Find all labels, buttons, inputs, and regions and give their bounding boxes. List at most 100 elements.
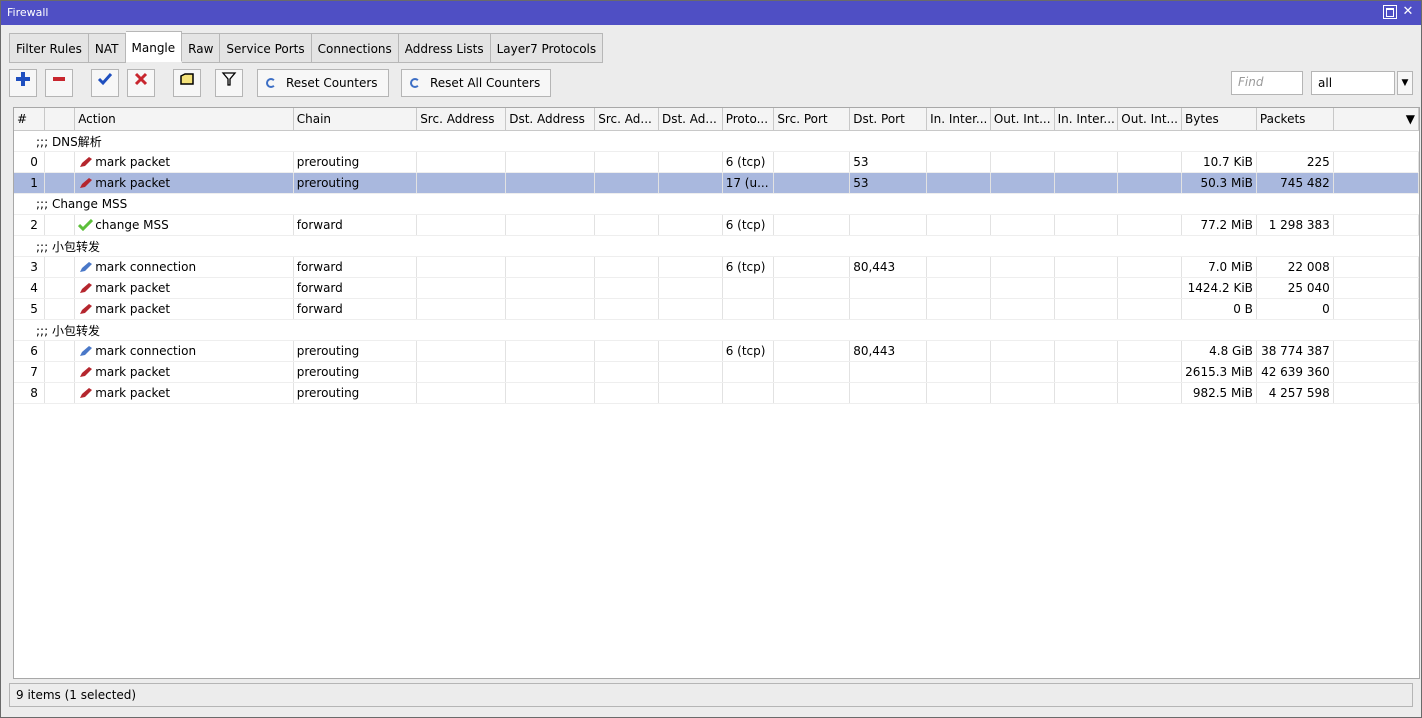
column-header[interactable]: # bbox=[14, 108, 45, 131]
cell-packets: 42 639 360 bbox=[1256, 361, 1334, 383]
cell-packets: 22 008 bbox=[1256, 256, 1334, 278]
cell-action: mark packet bbox=[74, 298, 294, 320]
tab-layer7-protocols[interactable]: Layer7 Protocols bbox=[490, 33, 604, 63]
column-header[interactable]: In. Inter... bbox=[1054, 108, 1119, 131]
cell-packets: 225 bbox=[1256, 151, 1334, 173]
tab-nat[interactable]: NAT bbox=[88, 33, 126, 63]
tab-address-lists[interactable]: Address Lists bbox=[398, 33, 491, 63]
cell-empty bbox=[594, 277, 659, 299]
cell-empty bbox=[505, 361, 596, 383]
check-icon[interactable] bbox=[91, 69, 119, 97]
table-header: # Action Chain Src. Address Dst. Address Src.… bbox=[14, 108, 1420, 131]
cell-empty bbox=[1117, 382, 1183, 404]
comment-row[interactable]: ;;; DNS解析 bbox=[14, 130, 1419, 152]
cell-empty bbox=[505, 214, 596, 236]
toolbar: Reset Counters Reset All Counters Find a… bbox=[9, 67, 1413, 105]
cell-empty bbox=[594, 298, 659, 320]
cell-empty bbox=[658, 214, 723, 236]
minus-icon[interactable] bbox=[45, 69, 73, 97]
table-row[interactable]: 1 mark packet prerouting 17 (u... 53 50.3 MiB… bbox=[14, 172, 1420, 194]
table-row[interactable]: 6 mark connection prerouting 6 (tcp) 80,443 4… bbox=[14, 340, 1420, 362]
plus-icon[interactable] bbox=[9, 69, 37, 97]
table-row[interactable]: 5 mark packet forward 0 B0 bbox=[14, 298, 1420, 320]
table-row[interactable]: 0 mark packet prerouting 6 (tcp) 53 10.7 KiB 2… bbox=[14, 151, 1420, 173]
tab-mangle[interactable]: Mangle bbox=[125, 31, 183, 62]
cell-bytes: 1424.2 KiB bbox=[1181, 277, 1257, 299]
cell-chain: prerouting bbox=[293, 172, 418, 194]
marker-icon bbox=[80, 178, 93, 188]
cell-empty bbox=[416, 340, 507, 362]
filter-select[interactable]: all bbox=[1311, 71, 1395, 95]
close-icon[interactable]: ✕ bbox=[1401, 5, 1415, 19]
cell-empty bbox=[594, 340, 659, 362]
cell-empty bbox=[1054, 172, 1119, 194]
cell-chain: forward bbox=[293, 214, 418, 236]
column-header[interactable]: Bytes bbox=[1181, 108, 1257, 131]
column-header[interactable]: In. Inter... bbox=[926, 108, 991, 131]
chevron-down-icon[interactable]: ▼ bbox=[1397, 71, 1413, 95]
cell-empty bbox=[1117, 256, 1183, 278]
check-icon bbox=[78, 219, 94, 231]
column-header[interactable]: Dst. Ad... bbox=[658, 108, 723, 131]
cell-bytes: 982.5 MiB bbox=[1181, 382, 1257, 404]
cell-dst-port bbox=[849, 277, 928, 299]
column-header[interactable]: Out. Int... bbox=[990, 108, 1055, 131]
cell-empty bbox=[773, 151, 851, 173]
cell-empty bbox=[990, 298, 1055, 320]
cell-dst-port bbox=[849, 382, 928, 404]
window-title: Firewall bbox=[7, 6, 49, 19]
action-label: mark packet bbox=[95, 176, 171, 190]
tab-connections[interactable]: Connections bbox=[311, 33, 399, 63]
column-header[interactable] bbox=[44, 108, 76, 131]
comment-text: ;;; 小包转发 bbox=[14, 319, 1419, 341]
cell-empty bbox=[594, 151, 659, 173]
cell-packets: 1 298 383 bbox=[1256, 214, 1334, 236]
column-header[interactable]: Dst. Address bbox=[505, 108, 596, 131]
cell-index: 2 bbox=[14, 214, 45, 236]
reset-counters-button[interactable]: Reset Counters bbox=[257, 69, 389, 97]
status-text: 9 items (1 selected) bbox=[16, 688, 137, 702]
find-input[interactable]: Find bbox=[1231, 71, 1303, 95]
cell-empty bbox=[1117, 277, 1183, 299]
reset-all-counters-button[interactable]: Reset All Counters bbox=[401, 69, 552, 97]
column-header[interactable]: Action bbox=[74, 108, 294, 131]
column-header[interactable]: Chain bbox=[293, 108, 418, 131]
column-header[interactable]: Out. Int... bbox=[1117, 108, 1183, 131]
column-header[interactable]: Proto... bbox=[722, 108, 775, 131]
table-row[interactable]: 2 change MSS forward 6 (tcp) 77.2 MiB 1 298 3… bbox=[14, 214, 1420, 236]
cell-bytes: 7.0 MiB bbox=[1181, 256, 1257, 278]
cell-chain: prerouting bbox=[293, 340, 418, 362]
table-row[interactable]: 7 mark packet prerouting 2615.3 MiB 42 639 3… bbox=[14, 361, 1420, 383]
column-header[interactable]: Src. Address bbox=[416, 108, 507, 131]
funnel-icon[interactable] bbox=[215, 69, 243, 97]
table-row[interactable]: 8 mark packet prerouting 982.5 MiB 4 257 598 bbox=[14, 382, 1420, 404]
table-row[interactable]: 4 mark packet forward 1424.2 KiB 25 040 bbox=[14, 277, 1420, 299]
note-icon[interactable] bbox=[173, 69, 201, 97]
column-header[interactable]: Packets bbox=[1256, 108, 1334, 131]
cell-empty bbox=[773, 340, 851, 362]
tab-raw[interactable]: Raw bbox=[182, 33, 221, 63]
table-row[interactable]: 3 mark connection forward 6 (tcp) 80,443 7.0 … bbox=[14, 256, 1420, 278]
column-header[interactable]: Src. Port bbox=[773, 108, 851, 131]
cell-index: 8 bbox=[14, 382, 45, 404]
comment-row[interactable]: ;;; Change MSS bbox=[14, 193, 1419, 215]
cell-empty bbox=[990, 172, 1055, 194]
cell-bytes: 4.8 GiB bbox=[1181, 340, 1257, 362]
marker-icon bbox=[80, 367, 93, 377]
x-icon[interactable] bbox=[127, 69, 155, 97]
marker-icon bbox=[80, 283, 93, 293]
firewall-window: Firewall ✕ Filter Rules NAT Mangle Raw Servi… bbox=[0, 0, 1422, 718]
cell-empty bbox=[926, 151, 991, 173]
comment-row[interactable]: ;;; 小包转发 bbox=[14, 235, 1419, 257]
cell-packets: 0 bbox=[1256, 298, 1334, 320]
cell-chain: forward bbox=[293, 256, 418, 278]
maximize-icon[interactable] bbox=[1383, 5, 1397, 19]
tab-service-ports[interactable]: Service Ports bbox=[220, 33, 312, 63]
cell-dst-port bbox=[849, 214, 928, 236]
column-header[interactable]: Dst. Port bbox=[849, 108, 928, 131]
tab-filter-rules[interactable]: Filter Rules bbox=[9, 33, 89, 63]
column-menu-icon[interactable]: ▼ bbox=[1333, 108, 1420, 131]
column-header[interactable]: Src. Ad... bbox=[594, 108, 659, 131]
cell-empty bbox=[1333, 361, 1420, 383]
comment-row[interactable]: ;;; 小包转发 bbox=[14, 319, 1419, 341]
